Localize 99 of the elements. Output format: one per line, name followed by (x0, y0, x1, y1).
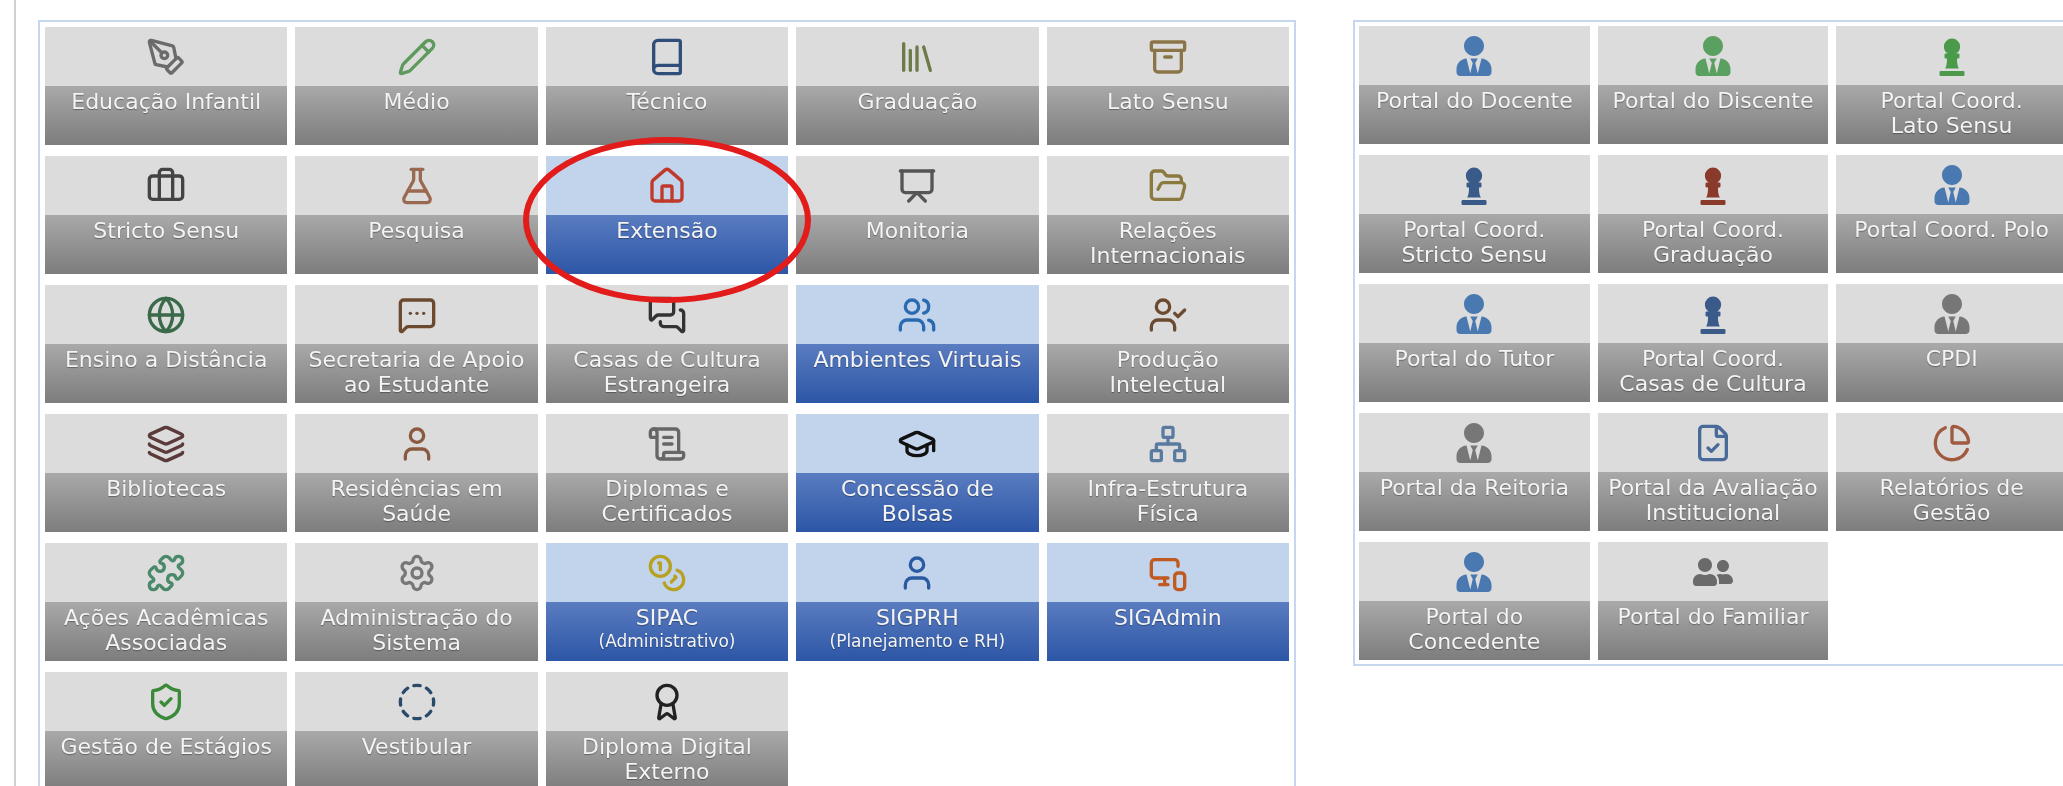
module-tile[interactable]: Educação Infantil (45, 27, 288, 145)
module-label: Portal do Tutor (1394, 346, 1555, 371)
module-tile[interactable]: Casas de Cultura Estrangeira (545, 285, 789, 403)
module-label: Graduação (857, 89, 978, 114)
pens-icon (146, 36, 187, 77)
module-tile[interactable]: Vestibular (295, 672, 538, 786)
house-icon (647, 165, 687, 206)
module-label: Portal Coord. Polo (1854, 217, 2049, 242)
user-icon (1454, 35, 1495, 76)
module-tile[interactable]: CPDI (1836, 284, 2063, 402)
module-tile[interactable]: Ambientes Virtuais (796, 285, 1039, 403)
module-tile[interactable]: Portal Coord. Polo (1836, 155, 2063, 273)
network-icon (1147, 423, 1188, 464)
module-sublabel: (Planejamento e RH) (829, 630, 1006, 652)
module-tile[interactable]: Técnico (545, 27, 789, 145)
module-label: Portal Coord. Stricto Sensu (1401, 217, 1548, 267)
module-tile[interactable]: Relatórios de Gestão (1836, 413, 2063, 531)
module-label: Portal do Discente (1612, 88, 1814, 113)
module-tile[interactable]: Diplomas e Certificados (545, 414, 789, 532)
module-label: Stricto Sensu (93, 218, 240, 243)
module-tile[interactable]: Portal Coord. Stricto Sensu (1359, 155, 1590, 273)
module-tile[interactable]: Médio (295, 27, 538, 145)
user-icon (1454, 422, 1495, 463)
module-label: CPDI (1925, 346, 1978, 371)
module-label: SIPAC (635, 605, 699, 630)
puzzle-icon (146, 552, 187, 593)
module-tile[interactable]: Portal do Discente (1597, 26, 1829, 144)
module-label: Bibliotecas (106, 476, 227, 501)
module-label: Diploma Digital Externo (582, 734, 752, 784)
module-label: Administração do Sistema (320, 605, 513, 655)
globe-icon (146, 294, 187, 335)
module-tile[interactable]: Portal Coord. Graduação (1597, 155, 1829, 273)
module-tile[interactable]: Portal Coord. Lato Sensu (1836, 26, 2063, 144)
user-icon (1454, 551, 1495, 592)
module-tile[interactable]: Portal da Avaliação Institucional (1597, 413, 1829, 531)
module-tile[interactable]: Ações Acadêmicas Associadas (45, 543, 288, 661)
module-tile[interactable]: Gestão de Estágios (45, 672, 288, 786)
module-label: Ambientes Virtuais (813, 347, 1022, 372)
module-tile[interactable]: Lato Sensu (1046, 27, 1289, 145)
module-label: Portal do Familiar (1617, 604, 1809, 629)
module-tile[interactable]: Portal do Tutor (1359, 284, 1590, 402)
module-label: Vestibular (361, 734, 472, 759)
module-label: Casas de Cultura Estrangeira (573, 347, 761, 397)
module-tile[interactable]: Bibliotecas (45, 414, 288, 532)
module-label: Relações Internacionais (1090, 218, 1246, 268)
module-tile[interactable]: Concessão de Bolsas (796, 414, 1039, 532)
module-label: Infra-Estrutura Física (1087, 476, 1249, 526)
module-tile[interactable]: Produção Intelectual (1046, 285, 1289, 403)
module-label: Portal Coord. Graduação (1641, 217, 1785, 267)
pencil-icon (396, 36, 437, 77)
module-label: Médio (383, 89, 450, 114)
module-label: Monitoria (865, 218, 969, 243)
coins-icon (647, 552, 687, 593)
module-label: Portal do Concedente (1408, 604, 1541, 654)
module-label: Portal Coord. Lato Sensu (1880, 88, 2023, 138)
module-label: Ações Acadêmicas Associadas (63, 605, 269, 655)
module-tile[interactable]: Portal Coord. Casas de Cultura (1597, 284, 1829, 402)
module-label: Portal Coord. Casas de Cultura (1619, 346, 1807, 396)
report-chart-icon (1931, 422, 1972, 463)
user-icon (1454, 293, 1495, 334)
module-tile[interactable]: Extensão (545, 156, 789, 274)
module-tile[interactable]: SIGPRH (Planejamento e RH) (796, 543, 1039, 661)
module-tile[interactable]: Residências em Saúde (295, 414, 538, 532)
module-label: Ensino a Distância (64, 347, 268, 372)
module-label: Lato Sensu (1106, 89, 1229, 114)
module-tile[interactable]: Monitoria (796, 156, 1039, 274)
module-tile[interactable]: Administração do Sistema (295, 543, 538, 661)
module-label: Educação Infantil (71, 89, 262, 114)
module-label: Produção Intelectual (1109, 347, 1227, 397)
module-label: SIGPRH (876, 605, 959, 630)
module-label: Portal do Docente (1375, 88, 1573, 113)
module-label: SIGAdmin (1113, 605, 1222, 630)
user-icon (1693, 35, 1733, 76)
module-sublabel: (Administrativo) (598, 630, 736, 652)
module-label: Gestão de Estágios (60, 734, 272, 759)
module-label: Diplomas e Certificados (601, 476, 733, 526)
module-tile[interactable]: SIPAC (Administrativo) (545, 543, 789, 661)
module-label: Portal da Reitoria (1379, 475, 1569, 500)
module-tile[interactable]: Infra-Estrutura Física (1046, 414, 1289, 532)
module-label: Concessão de Bolsas (841, 476, 994, 526)
module-tile[interactable]: Stricto Sensu (45, 156, 288, 274)
module-tile[interactable]: Portal do Concedente (1359, 542, 1590, 660)
module-tile[interactable]: Graduação (796, 27, 1039, 145)
module-label: Portal da Avaliação Institucional (1608, 475, 1818, 525)
module-tile[interactable]: Portal do Familiar (1597, 542, 1829, 660)
module-tile[interactable]: Relações Internacionais (1046, 156, 1289, 274)
module-tile[interactable]: Pesquisa (295, 156, 538, 274)
module-label: Residências em Saúde (330, 476, 503, 526)
module-label: Relatórios de Gestão (1879, 475, 2024, 525)
module-tile[interactable]: Secretaria de Apoio ao Estudante (295, 285, 538, 403)
module-tile[interactable]: Ensino a Distância (45, 285, 288, 403)
module-label: Pesquisa (368, 218, 465, 243)
module-label: Extensão (616, 218, 718, 243)
module-tile[interactable]: Portal da Reitoria (1359, 413, 1590, 531)
module-tile[interactable]: SIGAdmin (1046, 543, 1289, 661)
module-tile[interactable]: Portal do Docente (1359, 26, 1590, 144)
module-label: Secretaria de Apoio ao Estudante (308, 347, 525, 397)
module-tile[interactable]: Diploma Digital Externo (545, 672, 789, 786)
module-label: Técnico (626, 89, 708, 114)
